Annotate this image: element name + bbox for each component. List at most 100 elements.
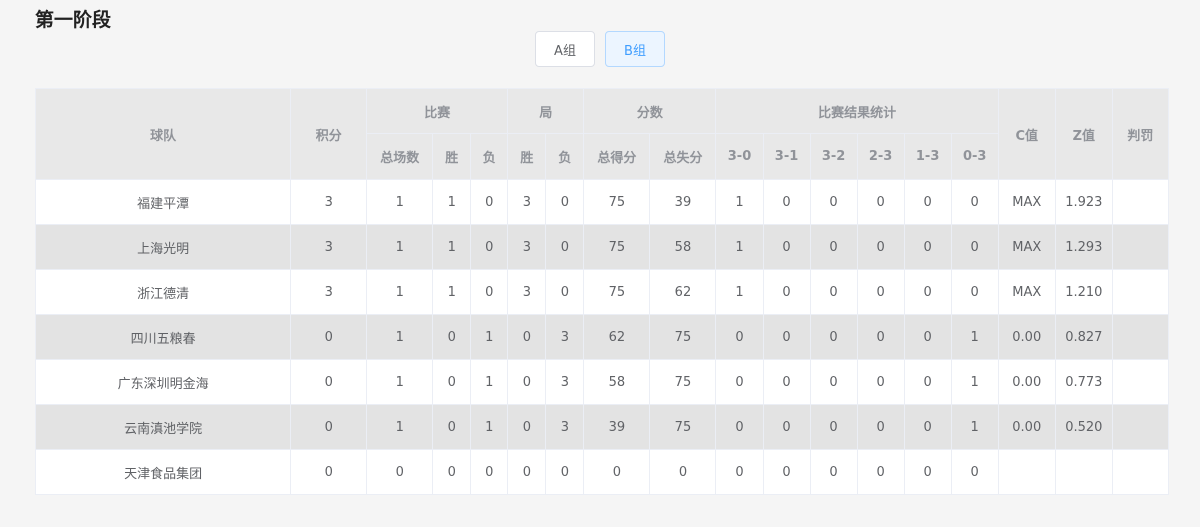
cell-result-0-3: 0: [950, 179, 999, 225]
cell-penalty: [1111, 179, 1170, 225]
cell-match-loss: 1: [470, 404, 509, 450]
cell-total-matches: 0: [366, 449, 434, 495]
tab-group-b[interactable]: B组: [605, 31, 665, 67]
tab-group-a[interactable]: A组: [535, 31, 595, 67]
header-result-2-3: 2-3: [856, 133, 905, 180]
cell-match-win: 0: [432, 404, 472, 450]
header-set-win: 胜: [507, 133, 547, 180]
cell-result-3-1: 0: [762, 224, 811, 270]
header-c-value: C值: [997, 88, 1056, 180]
cell-penalty: [1111, 449, 1170, 495]
table-row: 广东深圳明金海 0 1 0 1 0 3 58 75 0 0 0 0 0 1 0.00 0.773: [34, 359, 1170, 405]
cell-points-won: 75: [583, 269, 651, 315]
cell-result-1-3: 0: [903, 449, 952, 495]
cell-c-value: 0.00: [997, 359, 1056, 405]
cell-result-3-1: 0: [762, 449, 811, 495]
cell-result-2-3: 0: [856, 269, 905, 315]
cell-result-0-3: 1: [950, 359, 999, 405]
table-row: 上海光明 3 1 1 0 3 0 75 58 1 0 0 0 0 0 MAX 1.293: [34, 224, 1170, 270]
cell-c-value: MAX: [997, 224, 1056, 270]
cell-result-0-3: 1: [950, 314, 999, 360]
header-results: 比赛结果统计: [715, 88, 999, 134]
header-penalty: 判罚: [1111, 88, 1170, 180]
cell-total-matches: 1: [366, 404, 434, 450]
cell-result-1-3: 0: [903, 224, 952, 270]
header-matches: 比赛: [366, 88, 509, 134]
cell-set-loss: 3: [545, 314, 585, 360]
cell-points-lost: 0: [649, 449, 717, 495]
cell-set-loss: 0: [545, 449, 585, 495]
cell-result-2-3: 0: [856, 224, 905, 270]
cell-points: 0: [290, 404, 368, 450]
cell-result-2-3: 0: [856, 179, 905, 225]
cell-points-lost: 62: [649, 269, 717, 315]
cell-team-name: 广东深圳明金海: [34, 359, 292, 405]
cell-points-won: 75: [583, 179, 651, 225]
cell-team-name: 四川五粮春: [34, 314, 292, 360]
cell-set-win: 0: [507, 359, 547, 405]
cell-match-loss: 0: [470, 179, 509, 225]
cell-result-1-3: 0: [903, 179, 952, 225]
cell-result-3-2: 0: [809, 404, 858, 450]
cell-total-matches: 1: [366, 359, 434, 405]
header-result-0-3: 0-3: [950, 133, 999, 180]
cell-z-value: 0.827: [1054, 314, 1113, 360]
cell-result-3-0: 0: [715, 404, 764, 450]
cell-points-won: 0: [583, 449, 651, 495]
cell-result-3-2: 0: [809, 179, 858, 225]
cell-z-value: 0.520: [1054, 404, 1113, 450]
cell-penalty: [1111, 269, 1170, 315]
cell-result-3-1: 0: [762, 404, 811, 450]
cell-team-name: 云南滇池学院: [34, 404, 292, 450]
cell-match-win: 1: [432, 269, 472, 315]
cell-result-1-3: 0: [903, 359, 952, 405]
cell-points: 0: [290, 314, 368, 360]
cell-match-win: 0: [432, 314, 472, 360]
standings-table: 球队 积分 比赛 局 分数 比赛结果统计 C值 Z值 判罚 总场数 胜 负 胜 …: [34, 88, 1170, 495]
cell-points-won: 58: [583, 359, 651, 405]
cell-result-0-3: 0: [950, 269, 999, 315]
cell-c-value: MAX: [997, 179, 1056, 225]
cell-points: 3: [290, 224, 368, 270]
header-z-value: Z值: [1054, 88, 1113, 180]
cell-match-loss: 1: [470, 359, 509, 405]
cell-result-0-3: 0: [950, 224, 999, 270]
cell-result-3-2: 0: [809, 314, 858, 360]
cell-result-3-0: 0: [715, 314, 764, 360]
header-team: 球队: [34, 88, 292, 180]
header-result-3-2: 3-2: [809, 133, 858, 180]
cell-set-win: 0: [507, 449, 547, 495]
table-row: 福建平潭 3 1 1 0 3 0 75 39 1 0 0 0 0 0 MAX 1.923: [34, 179, 1170, 225]
cell-total-matches: 1: [366, 314, 434, 360]
header-match-win: 胜: [432, 133, 472, 180]
cell-result-1-3: 0: [903, 404, 952, 450]
cell-team-name: 浙江德清: [34, 269, 292, 315]
cell-set-win: 3: [507, 269, 547, 315]
cell-match-win: 1: [432, 224, 472, 270]
cell-result-3-1: 0: [762, 359, 811, 405]
cell-result-1-3: 0: [903, 314, 952, 360]
cell-result-2-3: 0: [856, 314, 905, 360]
table-row: 天津食品集团 0 0 0 0 0 0 0 0 0 0 0 0 0 0: [34, 449, 1170, 495]
cell-match-loss: 0: [470, 449, 509, 495]
cell-result-3-0: 0: [715, 449, 764, 495]
cell-set-win: 3: [507, 179, 547, 225]
cell-penalty: [1111, 224, 1170, 270]
cell-z-value: 1.293: [1054, 224, 1113, 270]
cell-points-won: 75: [583, 224, 651, 270]
cell-match-win: 0: [432, 449, 472, 495]
cell-result-3-1: 0: [762, 314, 811, 360]
header-scores: 分数: [583, 88, 717, 134]
header-result-1-3: 1-3: [903, 133, 952, 180]
cell-set-win: 0: [507, 314, 547, 360]
cell-points-lost: 75: [649, 404, 717, 450]
header-result-3-1: 3-1: [762, 133, 811, 180]
cell-points: 3: [290, 179, 368, 225]
header-total-matches: 总场数: [366, 133, 434, 180]
cell-total-matches: 1: [366, 269, 434, 315]
cell-result-3-0: 1: [715, 224, 764, 270]
cell-result-2-3: 0: [856, 359, 905, 405]
cell-c-value: MAX: [997, 269, 1056, 315]
cell-points-lost: 39: [649, 179, 717, 225]
cell-result-3-1: 0: [762, 179, 811, 225]
